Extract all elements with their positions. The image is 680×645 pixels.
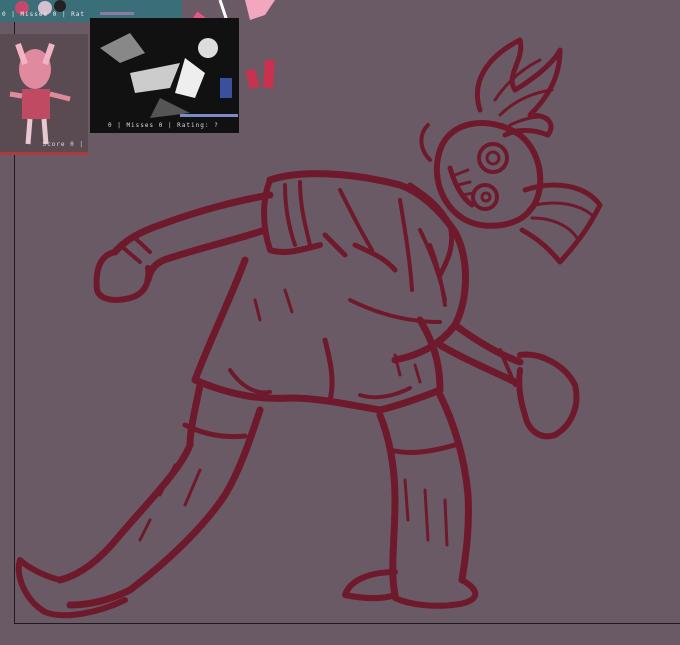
reference-thumbnail-doll: Score 0 | bbox=[0, 34, 88, 155]
reference-doll-art bbox=[9, 43, 71, 145]
reference-game-hud: 0 | Misses 0 | Rating: ? bbox=[108, 122, 219, 129]
reference-health-bar bbox=[100, 12, 134, 15]
reference-game-health-bar bbox=[180, 114, 238, 117]
reference-thumbnail-game: 0 | Misses 0 | Rating: ? bbox=[90, 18, 239, 133]
reference-doll-score: Score 0 | bbox=[42, 141, 84, 148]
reference-hud-text: 0 | Misses 0 | Rat bbox=[2, 11, 86, 18]
